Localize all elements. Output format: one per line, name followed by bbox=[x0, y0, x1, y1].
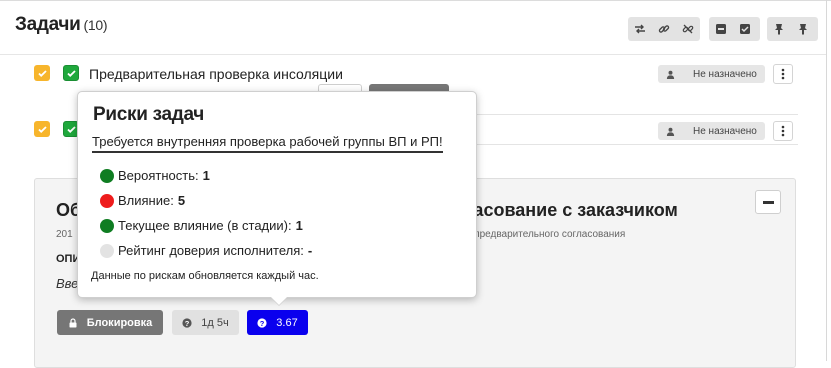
panel-border bbox=[826, 0, 827, 361]
status-dot bbox=[100, 218, 114, 233]
metric-trust-rating: Рейтинг доверия исполнителя: - bbox=[100, 243, 312, 258]
kebab-icon bbox=[781, 125, 785, 137]
metric-value: - bbox=[307, 243, 313, 258]
popover-title: Риски задач bbox=[93, 104, 205, 125]
collapse-button[interactable] bbox=[755, 190, 781, 214]
metric-impact: Влияние: 5 bbox=[100, 193, 185, 208]
task-count: (10) bbox=[83, 17, 108, 33]
minus-icon bbox=[762, 200, 774, 204]
metric-label: Влияние: bbox=[118, 193, 174, 208]
top-border bbox=[0, 0, 831, 1]
question-circle-icon: ? bbox=[257, 317, 267, 327]
row-menu-button[interactable] bbox=[773, 64, 793, 84]
metric-current-impact: Текущее влияние (в стадии): 1 bbox=[100, 218, 303, 233]
assignee-badge[interactable]: Не назначено bbox=[658, 122, 765, 140]
svg-text:?: ? bbox=[260, 318, 265, 327]
user-icon bbox=[666, 127, 675, 136]
toolbar-link-group bbox=[628, 17, 700, 41]
metric-probability: Вероятность: 1 bbox=[100, 168, 210, 183]
task-checkbox-yellow[interactable] bbox=[34, 121, 50, 137]
check-square-icon[interactable] bbox=[733, 17, 757, 41]
row-menu-button[interactable] bbox=[773, 121, 793, 141]
metric-value: 5 bbox=[177, 193, 186, 208]
page-title: Задачи (10) bbox=[15, 14, 108, 36]
lock-icon bbox=[69, 317, 77, 327]
card-title-end: ласование с заказчиком bbox=[462, 200, 678, 220]
duration-badge[interactable]: ? 1д 5ч bbox=[172, 310, 239, 335]
page-title-text: Задачи bbox=[15, 14, 81, 35]
lock-button[interactable]: Блокировка bbox=[57, 310, 163, 335]
popover-note: Данные по рискам обновляется каждый час. bbox=[91, 270, 319, 282]
user-icon bbox=[666, 70, 675, 79]
task-title[interactable]: Предварительная проверка инсоляции bbox=[89, 66, 343, 82]
metric-value: 1 bbox=[295, 218, 303, 233]
metric-label: Вероятность: bbox=[118, 168, 199, 183]
assignee-label: Не назначено bbox=[693, 68, 757, 80]
metric-label: Текущее влияние (в стадии): bbox=[118, 218, 292, 233]
metric-label: Рейтинг доверия исполнителя: bbox=[118, 243, 304, 258]
duration-label: 1д 5ч bbox=[201, 316, 229, 329]
card-input-placeholder[interactable]: Вве bbox=[56, 276, 78, 291]
status-dot bbox=[100, 168, 114, 183]
lock-button-label: Блокировка bbox=[86, 316, 153, 329]
header-divider bbox=[0, 54, 826, 55]
svg-text:?: ? bbox=[185, 318, 190, 327]
assignee-badge[interactable]: Не назначено bbox=[658, 65, 765, 83]
pin-icon-alt[interactable] bbox=[791, 17, 815, 41]
metric-value: 1 bbox=[202, 168, 210, 183]
popover-arrow bbox=[271, 297, 287, 305]
unlink-icon[interactable] bbox=[676, 17, 700, 41]
risk-score-badge[interactable]: ? 3.67 bbox=[247, 310, 308, 335]
card-subtitle: я предварительного согласования bbox=[466, 229, 626, 240]
popover-subtitle: Требуется внутренняя проверка рабочей гр… bbox=[92, 134, 443, 153]
task-checkbox-green[interactable] bbox=[63, 65, 79, 81]
assignee-label: Не назначено bbox=[693, 125, 757, 137]
swap-arrows-icon[interactable] bbox=[628, 17, 652, 41]
status-dot bbox=[100, 243, 114, 258]
toolbar-pin-group bbox=[767, 17, 818, 41]
status-dot bbox=[100, 193, 114, 208]
toolbar-view-group bbox=[709, 17, 760, 41]
kebab-icon bbox=[781, 68, 785, 80]
pin-icon[interactable] bbox=[767, 17, 791, 41]
question-circle-icon: ? bbox=[182, 317, 192, 327]
card-date: 201 bbox=[56, 229, 73, 240]
risk-score-value: 3.67 bbox=[276, 316, 298, 329]
link-icon[interactable] bbox=[652, 17, 676, 41]
minus-square-icon[interactable] bbox=[709, 17, 733, 41]
task-checkbox-yellow[interactable] bbox=[34, 65, 50, 81]
